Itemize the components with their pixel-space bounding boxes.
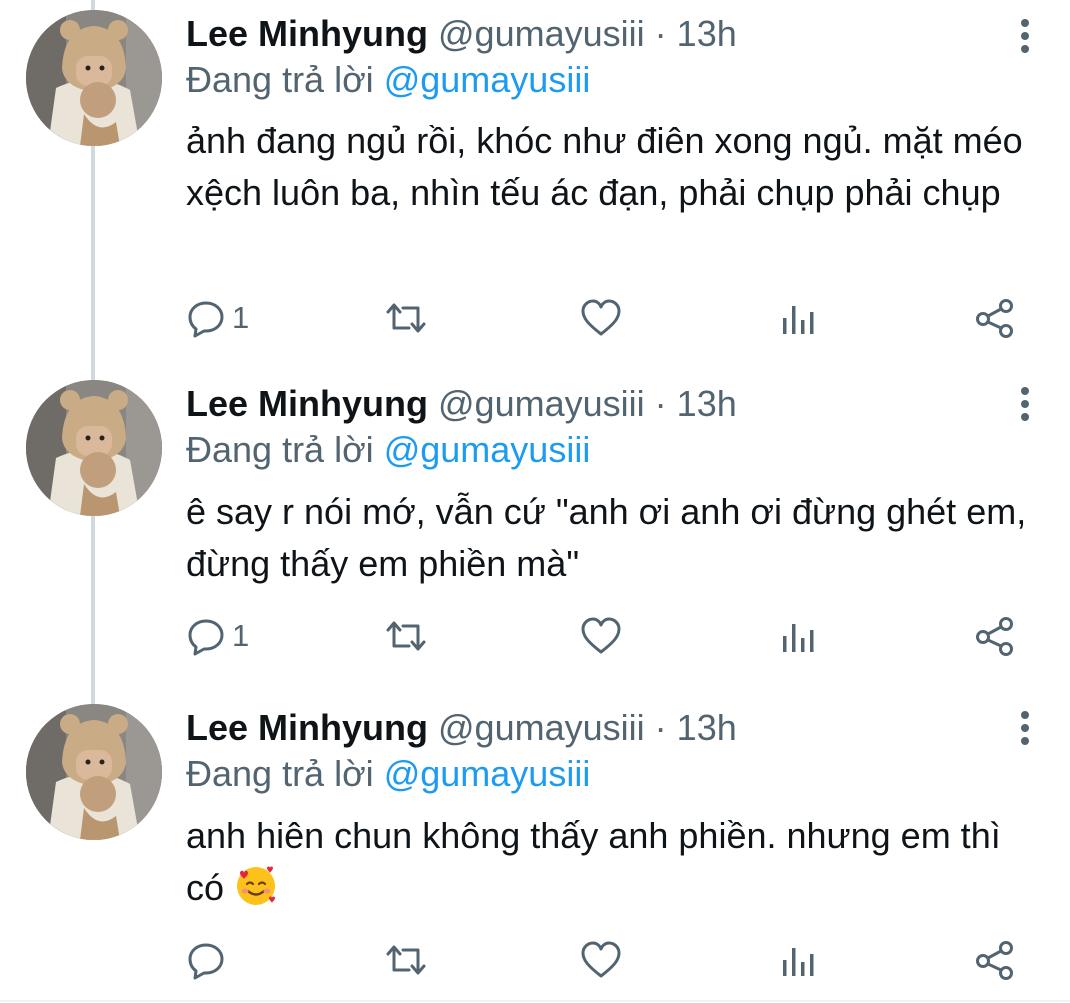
tweet-text-container: anh hiên chun không thấy anh phiền. nhưn… <box>186 810 1046 914</box>
more-icon <box>1021 711 1029 745</box>
like-icon <box>581 941 621 978</box>
replying-to-handle[interactable]: @gumayusiii <box>384 429 591 470</box>
separator-dot: · <box>654 13 667 54</box>
analytics-button[interactable] <box>780 928 816 992</box>
tweet-header: Lee Minhyung @gumayusiii · 13h <box>186 382 737 430</box>
timestamp[interactable]: 13h <box>677 13 737 54</box>
retweet-icon <box>386 303 426 333</box>
replying-to: Đang trả lời @gumayusiii <box>186 428 590 472</box>
reply-count: 1 <box>232 300 250 335</box>
more-options-button[interactable] <box>1012 384 1038 424</box>
tweet-header: Lee Minhyung @gumayusiii · 13h <box>186 706 737 754</box>
replying-to-label: Đang trả lời <box>186 429 374 470</box>
analytics-button[interactable] <box>780 286 816 350</box>
separator-dot: · <box>654 707 667 748</box>
avatar[interactable] <box>26 380 162 516</box>
tweet-actions: 1 <box>0 286 1070 350</box>
replying-to-handle[interactable]: @gumayusiii <box>384 753 591 794</box>
retweet-icon <box>386 621 426 651</box>
tweet-header: Lee Minhyung @gumayusiii · 13h <box>186 12 737 60</box>
more-icon <box>1021 387 1029 421</box>
reply-icon <box>188 301 224 338</box>
display-name[interactable]: Lee Minhyung <box>186 13 428 54</box>
tweet[interactable]: Lee Minhyung @gumayusiii · 13h Đang trả … <box>0 0 1070 364</box>
replying-to-label: Đang trả lời <box>186 753 374 794</box>
more-options-button[interactable] <box>1012 708 1038 748</box>
replying-to-handle[interactable]: @gumayusiii <box>384 59 591 100</box>
reply-count: 1 <box>232 618 250 653</box>
tweet-text: anh hiên chun không thấy anh phiền. nhưn… <box>186 815 1001 908</box>
display-name[interactable]: Lee Minhyung <box>186 383 428 424</box>
tweet[interactable]: Lee Minhyung @gumayusiii · 13h Đang trả … <box>0 692 1070 1003</box>
retweet-button[interactable] <box>382 928 430 992</box>
avatar[interactable] <box>26 10 162 146</box>
analytics-icon <box>783 306 814 334</box>
tweet-text: ảnh đang ngủ rồi, khóc như điên xong ngủ… <box>186 120 1023 213</box>
share-icon <box>976 941 1013 980</box>
reply-icon <box>188 943 224 980</box>
smiling-face-with-hearts-icon <box>237 866 276 905</box>
share-button[interactable] <box>974 928 1016 992</box>
replying-to-label: Đang trả lời <box>186 59 374 100</box>
tweet-actions: 1 <box>0 604 1070 668</box>
separator-dot: · <box>654 383 667 424</box>
timestamp[interactable]: 13h <box>677 383 737 424</box>
user-handle[interactable]: @gumayusiii <box>438 13 645 54</box>
user-handle[interactable]: @gumayusiii <box>438 707 645 748</box>
share-icon <box>976 617 1013 656</box>
tweet-text: ê say r nói mớ, vẫn cứ "anh ơi anh ơi đừ… <box>186 491 1027 584</box>
user-handle[interactable]: @gumayusiii <box>438 383 645 424</box>
more-icon <box>1021 19 1029 53</box>
share-button[interactable] <box>974 604 1016 668</box>
analytics-icon <box>783 948 814 976</box>
more-options-button[interactable] <box>1012 16 1038 56</box>
share-icon <box>976 299 1013 338</box>
reply-icon <box>188 619 224 656</box>
replying-to: Đang trả lời @gumayusiii <box>186 58 590 102</box>
like-button[interactable] <box>580 286 622 350</box>
bottom-divider <box>0 1000 1070 1002</box>
analytics-icon <box>783 624 814 652</box>
replying-to: Đang trả lời @gumayusiii <box>186 752 590 796</box>
retweet-button[interactable] <box>382 604 430 668</box>
reply-button[interactable] <box>186 928 226 992</box>
retweet-icon <box>386 945 426 975</box>
share-button[interactable] <box>974 286 1016 350</box>
like-icon <box>581 299 621 336</box>
reply-button[interactable]: 1 <box>186 286 249 350</box>
tweet[interactable]: Lee Minhyung @gumayusiii · 13h Đang trả … <box>0 368 1070 688</box>
like-button[interactable] <box>580 604 622 668</box>
like-icon <box>581 617 621 654</box>
tweet-actions <box>0 928 1070 992</box>
like-button[interactable] <box>580 928 622 992</box>
reply-button[interactable]: 1 <box>186 604 249 668</box>
display-name[interactable]: Lee Minhyung <box>186 707 428 748</box>
timestamp[interactable]: 13h <box>677 707 737 748</box>
retweet-button[interactable] <box>382 286 430 350</box>
avatar[interactable] <box>26 704 162 840</box>
analytics-button[interactable] <box>780 604 816 668</box>
